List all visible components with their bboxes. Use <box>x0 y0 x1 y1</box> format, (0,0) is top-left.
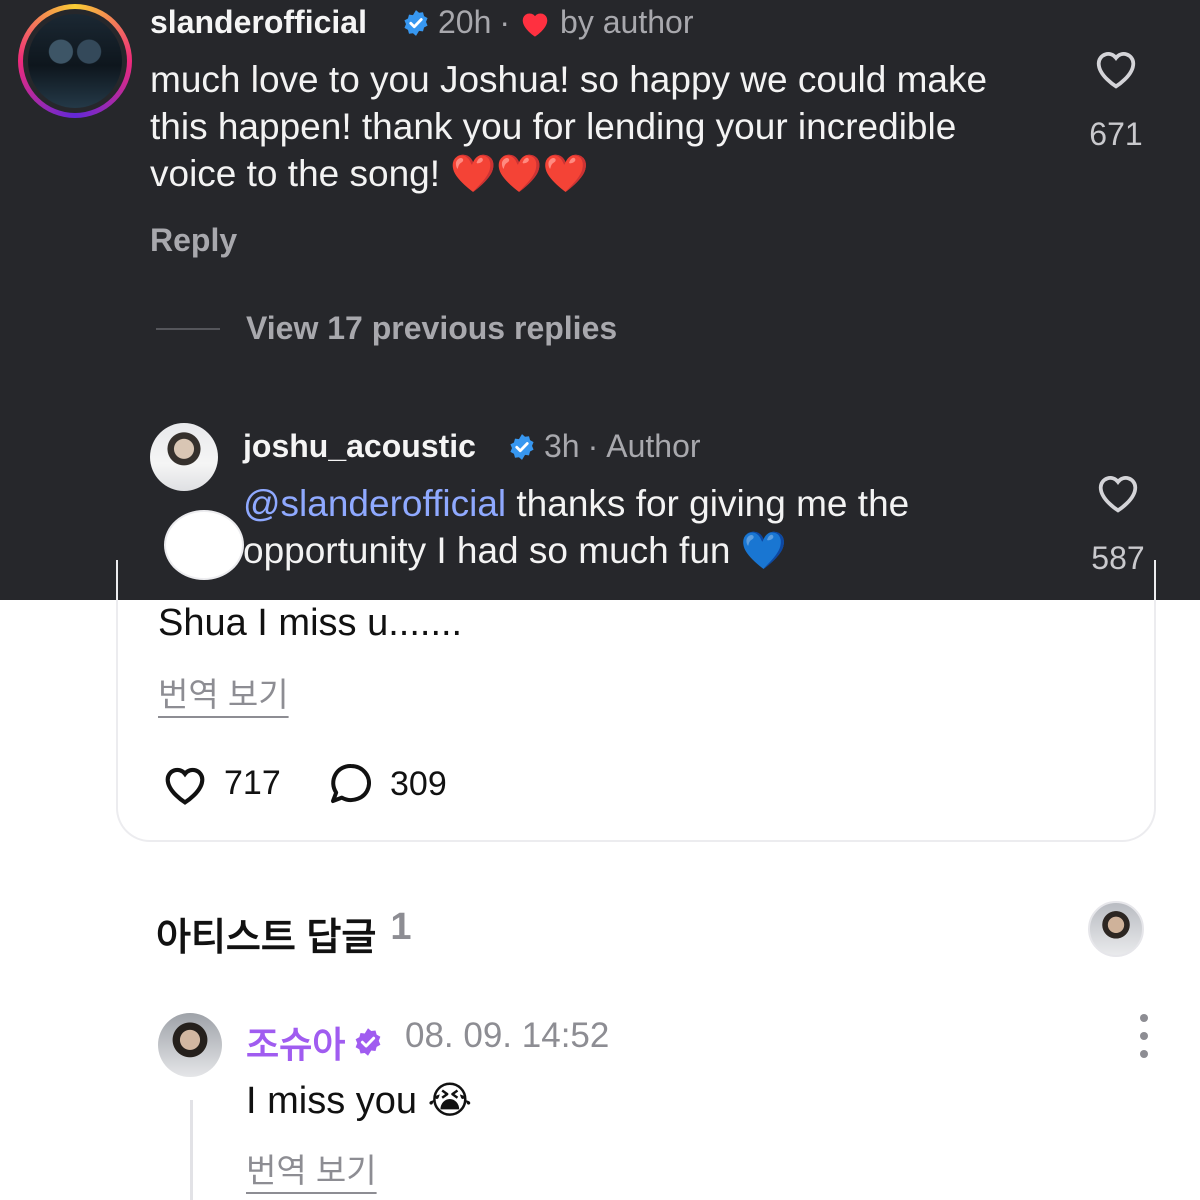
post-avatar[interactable] <box>164 510 244 580</box>
artist-replies-title: 아티스트 답글 <box>156 917 377 959</box>
post-like-count: 717 <box>224 763 281 802</box>
post-text: Shua I miss u....... <box>158 602 463 644</box>
post-comment-count: 309 <box>390 764 447 803</box>
artist-badge-icon <box>356 1028 381 1056</box>
artist-replies-header: 아티스트 답글 1 <box>156 906 411 961</box>
weverse-post-panel: Shua I miss u....... 번역 보기 717 309 아티스트 … <box>0 510 1200 1200</box>
reply-username[interactable]: joshu_acoustic <box>243 428 476 465</box>
slanderofficial-avatar[interactable] <box>18 4 132 118</box>
view-previous-replies-button[interactable]: View 17 previous replies <box>246 310 617 347</box>
thread-line <box>156 328 220 330</box>
instagram-comments-panel: slanderofficial 20h · by author much lov… <box>0 0 1200 600</box>
meta-separator: · <box>499 4 511 40</box>
heart-outline-icon[interactable] <box>160 760 210 806</box>
artist-reply-text: I miss you 😭 <box>246 1080 472 1122</box>
reply-mention-link[interactable]: @slanderofficial <box>243 483 506 524</box>
reply-thread-rail <box>190 1100 193 1200</box>
comment-bubble-icon[interactable] <box>326 760 376 808</box>
reply-time: 3h <box>544 428 580 464</box>
comment-meta: 20h · by author <box>402 4 693 41</box>
comment-text: much love to you Joshua! so happy we cou… <box>150 59 988 194</box>
post-like-stat: 717 <box>160 760 281 806</box>
post-translate-link[interactable]: 번역 보기 <box>158 668 289 716</box>
artist-reply-name-row: 조슈아 <box>246 1016 383 1068</box>
artist-reply-name[interactable]: 조슈아 <box>246 1016 345 1068</box>
meta-separator: · <box>587 428 599 464</box>
post-comment-stat: 309 <box>326 760 447 808</box>
comment-like-count: 671 <box>1089 116 1143 152</box>
author-heart-icon <box>522 12 548 37</box>
artist-avatar-small[interactable] <box>1088 901 1144 957</box>
comment-time: 20h <box>438 4 492 40</box>
reply-meta: 3h · Author <box>508 428 701 465</box>
liked-by-author-label: by author <box>560 4 694 40</box>
joshu-acoustic-avatar[interactable] <box>150 423 218 491</box>
heart-outline-icon[interactable] <box>1091 44 1141 90</box>
heart-outline-icon[interactable] <box>1093 468 1143 514</box>
artist-replies-count: 1 <box>390 906 412 948</box>
verified-badge-icon <box>404 9 428 36</box>
verified-badge-icon <box>510 433 534 460</box>
author-label: Author <box>606 428 701 464</box>
artist-reply-date: 08. 09. 14:52 <box>405 1016 610 1055</box>
comment-like: 671 <box>1076 44 1156 153</box>
more-options-icon[interactable] <box>1130 1014 1158 1058</box>
comment-username[interactable]: slanderofficial <box>150 4 367 41</box>
artist-reply-avatar[interactable] <box>158 1013 222 1077</box>
reply-button[interactable]: Reply <box>150 222 237 259</box>
artist-reply-translate-link[interactable]: 번역 보기 <box>246 1144 377 1192</box>
